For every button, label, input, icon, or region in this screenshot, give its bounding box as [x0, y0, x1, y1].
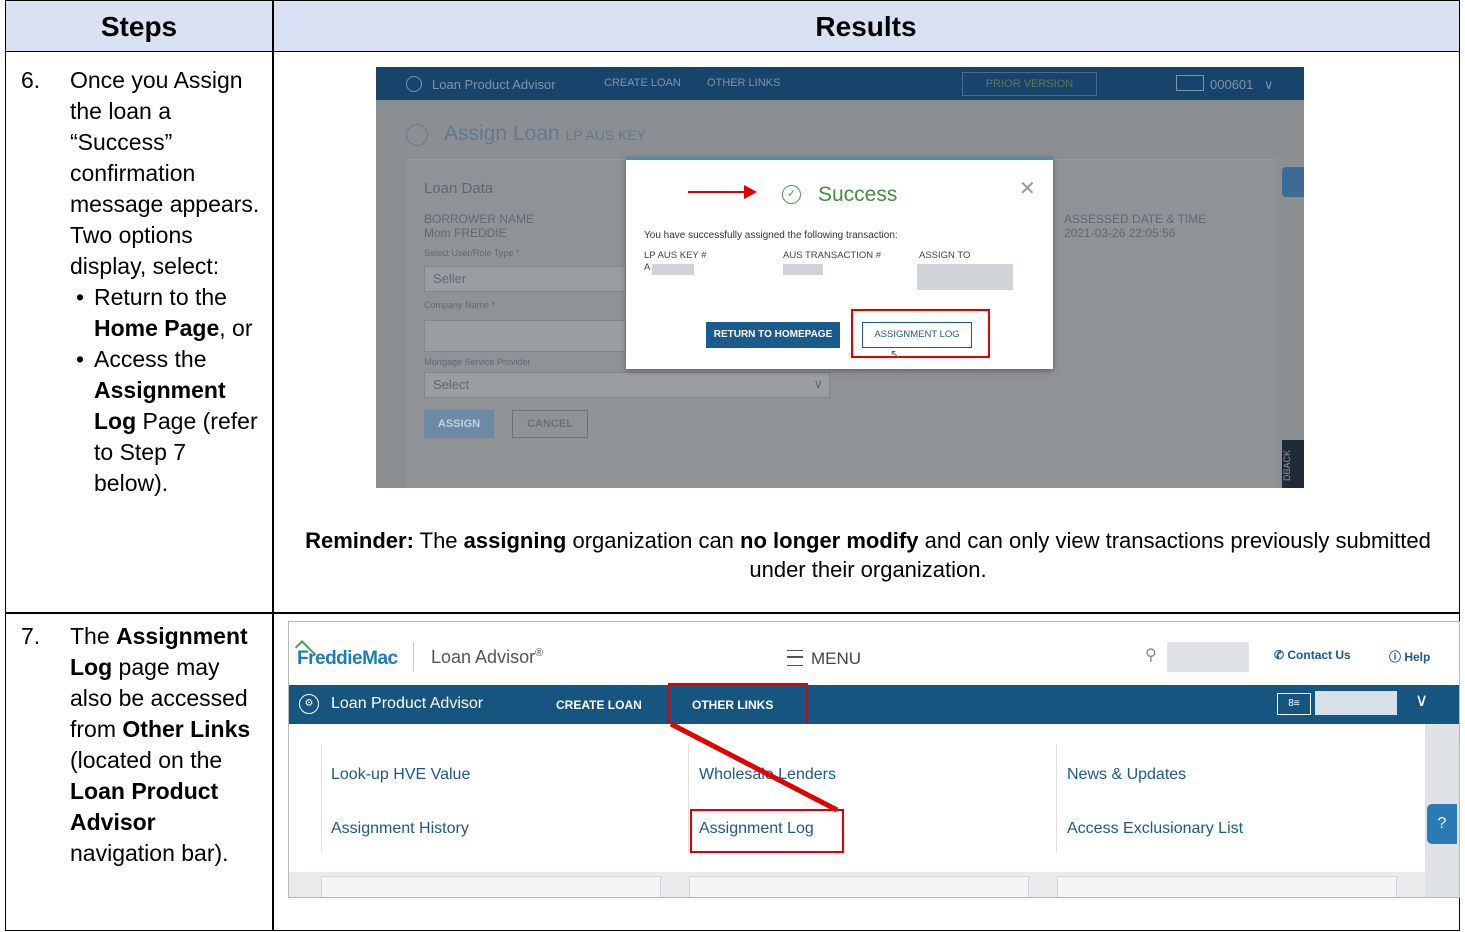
step-number: 6. [21, 67, 41, 93]
annotation-arrow-head [744, 185, 757, 199]
prior-version-button[interactable]: PRIOR VERSION [962, 72, 1097, 96]
assessed-label: ASSESSED DATE & TIME [1064, 212, 1207, 226]
redacted-value [917, 264, 1013, 290]
annotation-arrow-line [669, 721, 839, 813]
content-tile [321, 876, 661, 897]
back-arrow-icon[interactable] [406, 124, 428, 146]
option-home: Return to the Home Page, or [74, 282, 265, 344]
header-results: Results [815, 11, 917, 42]
content-tile [1057, 876, 1397, 897]
modal-title: Success [818, 183, 898, 206]
assessed-value: 2021-03-26 22:05:56 [1064, 226, 1176, 240]
step-number: 7. [21, 623, 41, 649]
redacted-value [783, 264, 823, 275]
nav-user-id[interactable]: 000601 [1210, 77, 1253, 92]
chevron-down-icon: ∨ [813, 376, 823, 391]
row-divider [6, 612, 1459, 614]
column-divider [272, 1, 274, 930]
step-6-intro: Once you Assign the loan a “Success” con… [70, 67, 260, 279]
annotation-arrow [669, 721, 839, 813]
col-assign-to: ASSIGN TO [919, 250, 971, 261]
modal-message: You have successfully assigned the follo… [644, 230, 898, 241]
chevron-down-icon[interactable]: ∨ [1264, 77, 1274, 93]
cursor-icon: ↖ [890, 347, 901, 361]
role-select[interactable]: Seller [424, 266, 626, 292]
borrower-value: Mom FREDDIE [424, 226, 507, 240]
nav-create-loan[interactable]: CREATE LOAN [604, 77, 681, 89]
msp-label: Mortgage Service Provider [424, 357, 531, 367]
cancel-button[interactable]: CANCEL [512, 410, 588, 438]
loan-data-heading: Loan Data [424, 180, 494, 197]
nav-product[interactable]: Loan Product Advisor [432, 77, 556, 92]
user-card-icon [1176, 75, 1204, 91]
col-lp-key: LP AUS KEY # [644, 250, 707, 261]
table-header: Steps Results [6, 1, 1459, 52]
success-screenshot: Loan Product Advisor CREATE LOAN OTHER L… [376, 67, 1304, 488]
check-circle-icon: ✓ [782, 185, 801, 204]
feedback-tab[interactable]: DBACK [1282, 440, 1304, 488]
header-steps: Steps [100, 11, 178, 42]
help-side-tab[interactable]: ? [1427, 804, 1457, 844]
step-6-text: Once you Assign the loan a “Success” con… [70, 65, 265, 499]
msp-select[interactable]: Select ∨ [424, 372, 830, 398]
step-7-text: The Assignment Log page may also be acce… [70, 623, 251, 866]
lpa-logo-icon [406, 76, 422, 92]
redacted-value [652, 264, 694, 275]
close-icon[interactable]: ✕ [1019, 176, 1036, 201]
role-label: Select User/Role Type * [424, 248, 520, 258]
company-field[interactable] [424, 320, 626, 352]
success-modal: ✓ Success ✕ You have successfully assign… [626, 157, 1053, 369]
lp-key-value: A [644, 262, 651, 273]
lpa-nav-bar: Loan Product Advisor CREATE LOAN OTHER L… [376, 67, 1304, 100]
company-label: Company Name * [424, 300, 496, 310]
reminder-note: Reminder: The assigning organization can… [305, 528, 1431, 582]
return-homepage-button[interactable]: RETURN TO HOMEPAGE [706, 322, 840, 348]
help-side-tab[interactable] [1282, 167, 1304, 197]
page-title: Assign Loan LP AUS KEY [444, 122, 647, 145]
step-6-options: Return to the Home Page, or Access the A… [70, 282, 265, 499]
nav-other-links[interactable]: OTHER LINKS [707, 77, 780, 89]
col-aus-transaction: AUS TRANSACTION # [783, 250, 882, 261]
borrower-label: BORROWER NAME [424, 212, 535, 226]
other-links-screenshot: FreddieMac Loan Advisor® MENU ⚲ ✆ Contac… [288, 621, 1460, 898]
option-log: Access the Assignment Log Page (refer to… [74, 344, 265, 499]
highlight-box [851, 309, 990, 358]
content-tile [689, 876, 1029, 897]
annotation-arrow [688, 191, 746, 193]
assign-button[interactable]: ASSIGN [424, 410, 494, 438]
